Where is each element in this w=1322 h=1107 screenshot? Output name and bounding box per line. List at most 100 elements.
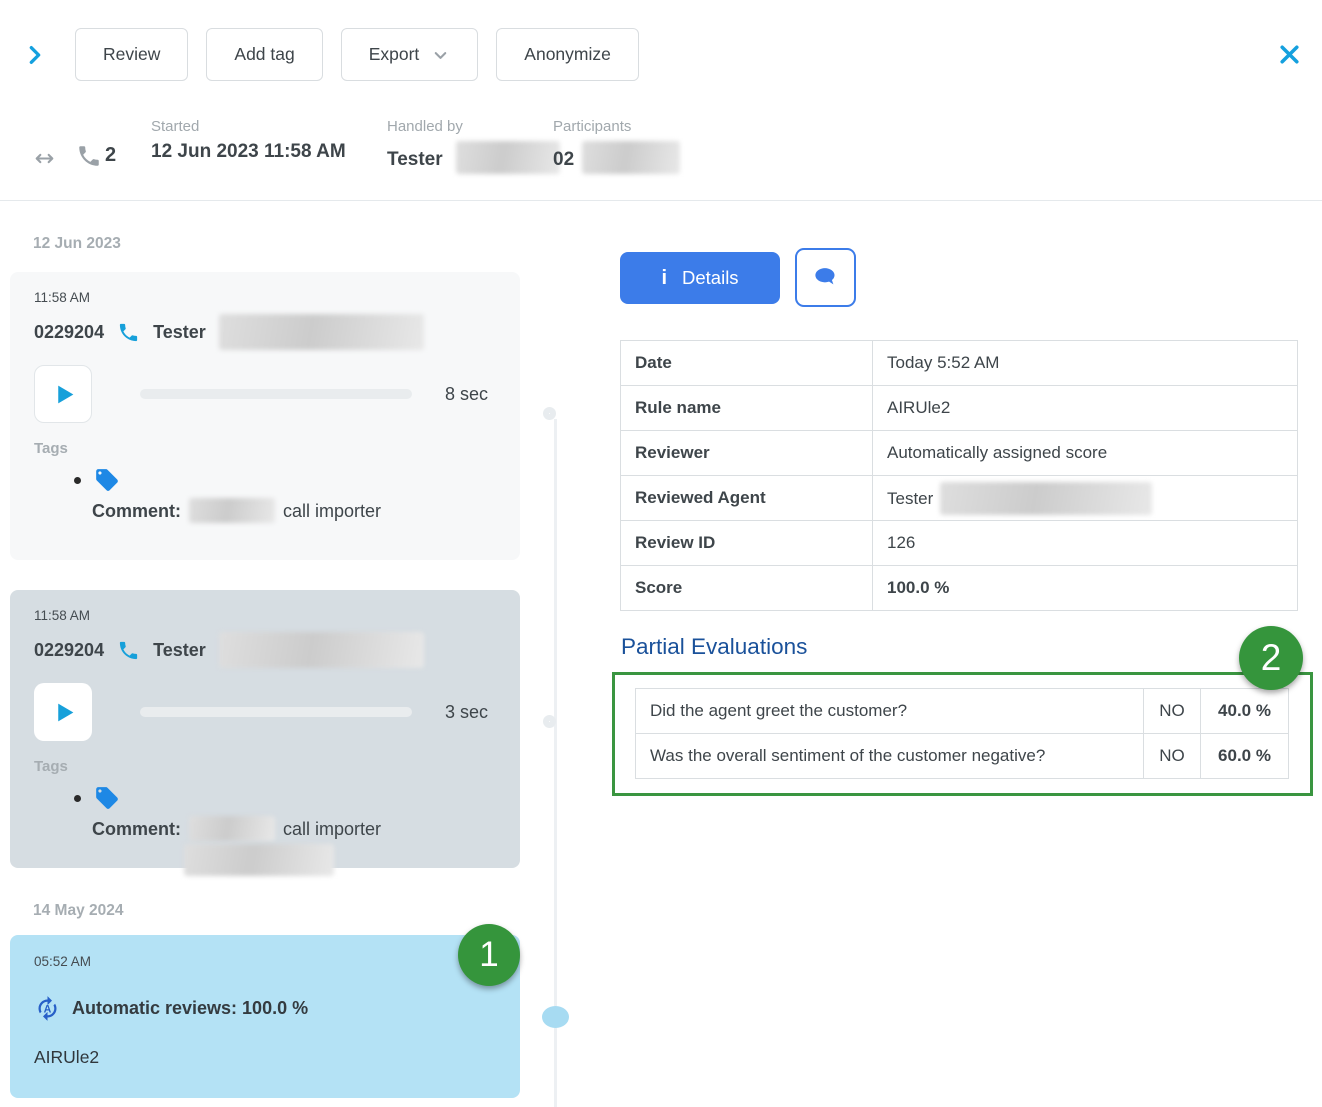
- chat-bubble-icon: [812, 264, 839, 291]
- comment-button[interactable]: [795, 248, 856, 307]
- call-duration: 3 sec: [445, 702, 488, 723]
- agent-name: Tester: [153, 322, 206, 343]
- row-value: 126: [873, 521, 1298, 566]
- row-label: Reviewer: [621, 431, 873, 476]
- meta-handled-label: Handled by: [387, 118, 560, 135]
- row-value: 100.0 %: [873, 566, 1298, 611]
- list-bullet: [74, 477, 81, 484]
- call-time: 11:58 AM: [34, 290, 496, 305]
- meta-handled-value: Tester: [387, 141, 560, 174]
- call-number: 0229204: [34, 640, 104, 661]
- call-count: 2: [105, 144, 116, 167]
- swap-horizontal-icon: [32, 146, 57, 171]
- timeline-line: [554, 419, 557, 1107]
- row-value: Today 5:52 AM: [873, 341, 1298, 386]
- row-label: Reviewed Agent: [621, 476, 873, 521]
- row-label: Rule name: [621, 386, 873, 431]
- list-bullet: [74, 795, 81, 802]
- tag-icon: [94, 467, 120, 493]
- play-icon: [52, 382, 77, 407]
- redacted-text: [219, 632, 424, 668]
- timeline-node: [543, 407, 556, 420]
- row-label: Score: [621, 566, 873, 611]
- review-details-table: Date Today 5:52 AM Rule name AIRUle2 Rev…: [620, 340, 1298, 611]
- evaluation-question: Was the overall sentiment of the custome…: [636, 734, 1144, 779]
- play-button[interactable]: [34, 365, 92, 423]
- date-group-label: 14 May 2024: [33, 902, 124, 920]
- call-card-2-selected[interactable]: 11:58 AM 0229204 Tester 3 sec Tags: [10, 590, 520, 868]
- meta-participants-label: Participants: [553, 118, 680, 135]
- call-review-window: Review Add tag Export Anonymize 2 Starte…: [0, 0, 1322, 1107]
- row-value: Automatically assigned score: [873, 431, 1298, 476]
- tag-icon: [94, 785, 120, 811]
- redacted-text: [219, 314, 424, 350]
- evaluation-score: 60.0 %: [1201, 734, 1289, 779]
- evaluation-answer: NO: [1144, 689, 1201, 734]
- automatic-review-icon: A: [34, 995, 61, 1022]
- phone-icon: [76, 143, 102, 169]
- tags-label: Tags: [34, 440, 496, 457]
- callout-badge-2: 2: [1239, 626, 1303, 690]
- date-group-label: 12 Jun 2023: [33, 235, 121, 253]
- redacted-text: [456, 141, 560, 174]
- chevron-down-icon: [431, 46, 450, 65]
- phone-icon: [117, 639, 140, 662]
- review-time: 05:52 AM: [34, 954, 496, 969]
- evaluation-answer: NO: [1144, 734, 1201, 779]
- export-button[interactable]: Export: [341, 28, 479, 81]
- audio-seek-bar[interactable]: [140, 389, 412, 399]
- anonymize-button[interactable]: Anonymize: [496, 28, 639, 81]
- info-icon: i: [661, 267, 667, 290]
- play-button[interactable]: [34, 683, 92, 741]
- table-row: Score 100.0 %: [621, 566, 1298, 611]
- partial-evaluations-highlight-box: Did the agent greet the customer? NO 40.…: [612, 672, 1313, 796]
- partial-evaluations-title: Partial Evaluations: [621, 634, 807, 660]
- table-row: Reviewer Automatically assigned score: [621, 431, 1298, 476]
- details-button[interactable]: i Details: [620, 252, 780, 304]
- call-number: 0229204: [34, 322, 104, 343]
- redacted-text: [582, 141, 680, 174]
- table-row: Was the overall sentiment of the custome…: [636, 734, 1289, 779]
- meta-handled-by: Handled by Tester: [387, 118, 560, 174]
- call-duration: 8 sec: [445, 384, 488, 405]
- call-card-1[interactable]: 11:58 AM 0229204 Tester 8 sec Tags: [10, 272, 520, 560]
- add-tag-button[interactable]: Add tag: [206, 28, 322, 81]
- meta-participants-value: 02: [553, 141, 680, 174]
- meta-started: Started 12 Jun 2023 11:58 AM: [151, 118, 346, 163]
- meta-started-value: 12 Jun 2023 11:58 AM: [151, 141, 346, 163]
- meta-started-label: Started: [151, 118, 346, 135]
- table-row: Date Today 5:52 AM: [621, 341, 1298, 386]
- toolbar: Review Add tag Export Anonymize: [75, 28, 639, 81]
- redacted-text: [189, 816, 275, 841]
- redacted-text: [189, 498, 275, 523]
- export-button-label: Export: [369, 44, 420, 65]
- tag-comment: Comment: call importer: [34, 816, 496, 841]
- tags-label: Tags: [34, 758, 496, 775]
- play-icon: [52, 700, 77, 725]
- meta-participants: Participants 02: [553, 118, 680, 174]
- redacted-text: [940, 482, 1152, 515]
- evaluation-score: 40.0 %: [1201, 689, 1289, 734]
- table-row: Review ID 126: [621, 521, 1298, 566]
- tag-comment: Comment: call importer: [34, 498, 496, 523]
- partial-evaluations-table: Did the agent greet the customer? NO 40.…: [635, 688, 1289, 779]
- main-content: 12 Jun 2023 11:58 AM 0229204 Tester 8: [0, 201, 1322, 1107]
- close-icon[interactable]: [1277, 42, 1302, 67]
- table-row: Rule name AIRUle2: [621, 386, 1298, 431]
- details-button-label: Details: [682, 267, 739, 289]
- audio-seek-bar[interactable]: [140, 707, 412, 717]
- review-button[interactable]: Review: [75, 28, 188, 81]
- row-value: AIRUle2: [873, 386, 1298, 431]
- call-time: 11:58 AM: [34, 608, 496, 623]
- expand-panel-icon[interactable]: [24, 44, 46, 66]
- rule-name: AIRUle2: [34, 1047, 496, 1068]
- row-label: Review ID: [621, 521, 873, 566]
- automatic-review-card[interactable]: 05:52 AM A Automatic reviews: 100.0 % AI…: [10, 935, 520, 1098]
- table-row: Did the agent greet the customer? NO 40.…: [636, 689, 1289, 734]
- svg-text:A: A: [44, 1003, 52, 1015]
- redacted-text: [184, 844, 334, 876]
- row-value: Tester: [873, 476, 1298, 521]
- timeline-node-active: [542, 1006, 569, 1028]
- timeline-node: [543, 715, 556, 728]
- table-row: Reviewed Agent Tester: [621, 476, 1298, 521]
